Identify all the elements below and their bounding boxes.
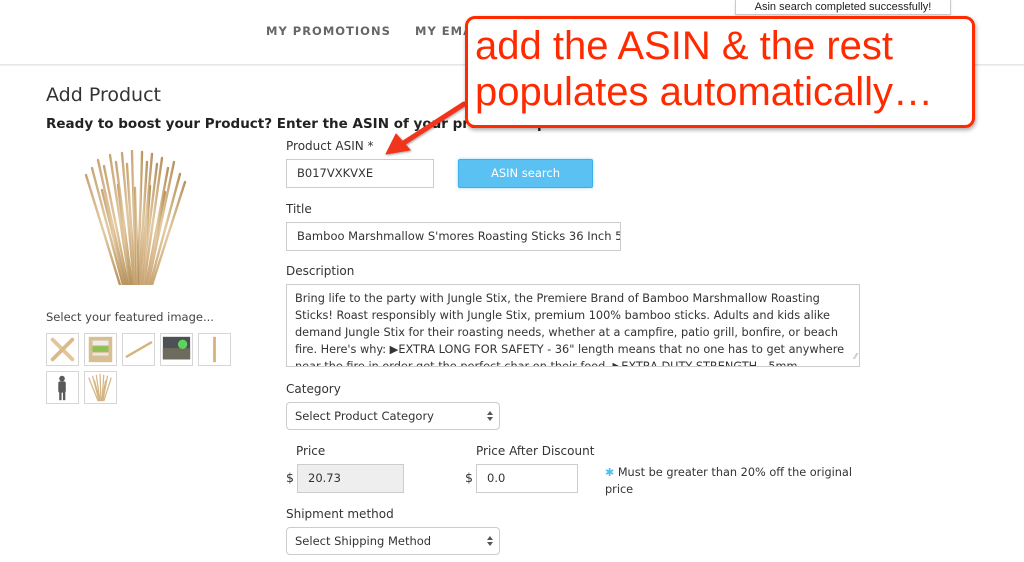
thumbnail-5[interactable] [198,333,231,366]
thumbnail-4[interactable] [160,333,193,366]
annotation-line-1: add the ASIN & the rest [475,24,894,68]
thumbnail-3[interactable] [122,333,155,366]
asterisk-icon: ✱ [605,466,615,479]
single-stick-icon [125,341,153,358]
thumbnail-6[interactable] [46,371,79,404]
shipment-label: Shipment method [286,507,394,521]
asin-input[interactable]: B017VXKVXE [286,159,434,188]
discount-currency: $ [465,470,473,485]
shipment-select[interactable]: Select Shipping Method [286,527,500,555]
featured-image-label: Select your featured image... [46,310,214,324]
success-toast: Asin search completed successfully! [735,0,951,15]
category-select[interactable]: Select Product Category [286,402,500,430]
category-selected: Select Product Category [295,409,434,423]
price-after-discount-input[interactable]: 0.0 [476,464,578,493]
stick-bundle-icon [88,373,112,402]
campfire-photo-icon [162,336,191,360]
thumbnail-1[interactable] [46,333,79,366]
discount-note-text: Must be greater than 20% off the origina… [605,466,852,496]
price-currency: $ [286,470,294,485]
select-arrows-icon [487,536,493,546]
crossed-sticks-icon [50,337,75,362]
title-input[interactable]: Bamboo Marshmallow S'mores Roasting Stic… [286,222,621,251]
thumbnail-7[interactable] [84,371,117,404]
product-main-image [80,148,190,287]
asin-label: Product ASIN * [286,139,374,153]
person-silhouette-icon [58,375,66,401]
discount-note: ✱ Must be greater than 20% off the origi… [605,464,855,498]
select-arrows-icon [487,411,493,421]
price-after-discount-label: Price After Discount [476,444,595,458]
resize-handle-icon[interactable]: ⁄⁄ [854,348,857,365]
annotation-arrow-icon [385,101,467,155]
stick-bundle-icon [84,148,187,287]
description-label: Description [286,264,355,278]
title-label: Title [286,202,312,216]
annotation-line-2: populates automatically… [475,70,934,114]
price-label: Price [296,444,326,458]
description-text: Bring life to the party with Jungle Stix… [295,292,845,367]
vertical-stick-icon [213,336,216,363]
description-textarea[interactable]: Bring life to the party with Jungle Stix… [286,284,860,367]
nav-my-promotions[interactable]: MY PROMOTIONS [266,24,391,38]
page-title: Add Product [46,84,161,106]
asin-search-button[interactable]: ASIN search [458,159,593,188]
thumbnail-2[interactable] [84,333,117,366]
category-label: Category [286,382,341,396]
annotation-callout: add the ASIN & the rest populates automa… [465,16,975,128]
product-package-icon [88,336,113,363]
price-input: 20.73 [297,464,404,493]
shipment-selected: Select Shipping Method [295,534,432,548]
